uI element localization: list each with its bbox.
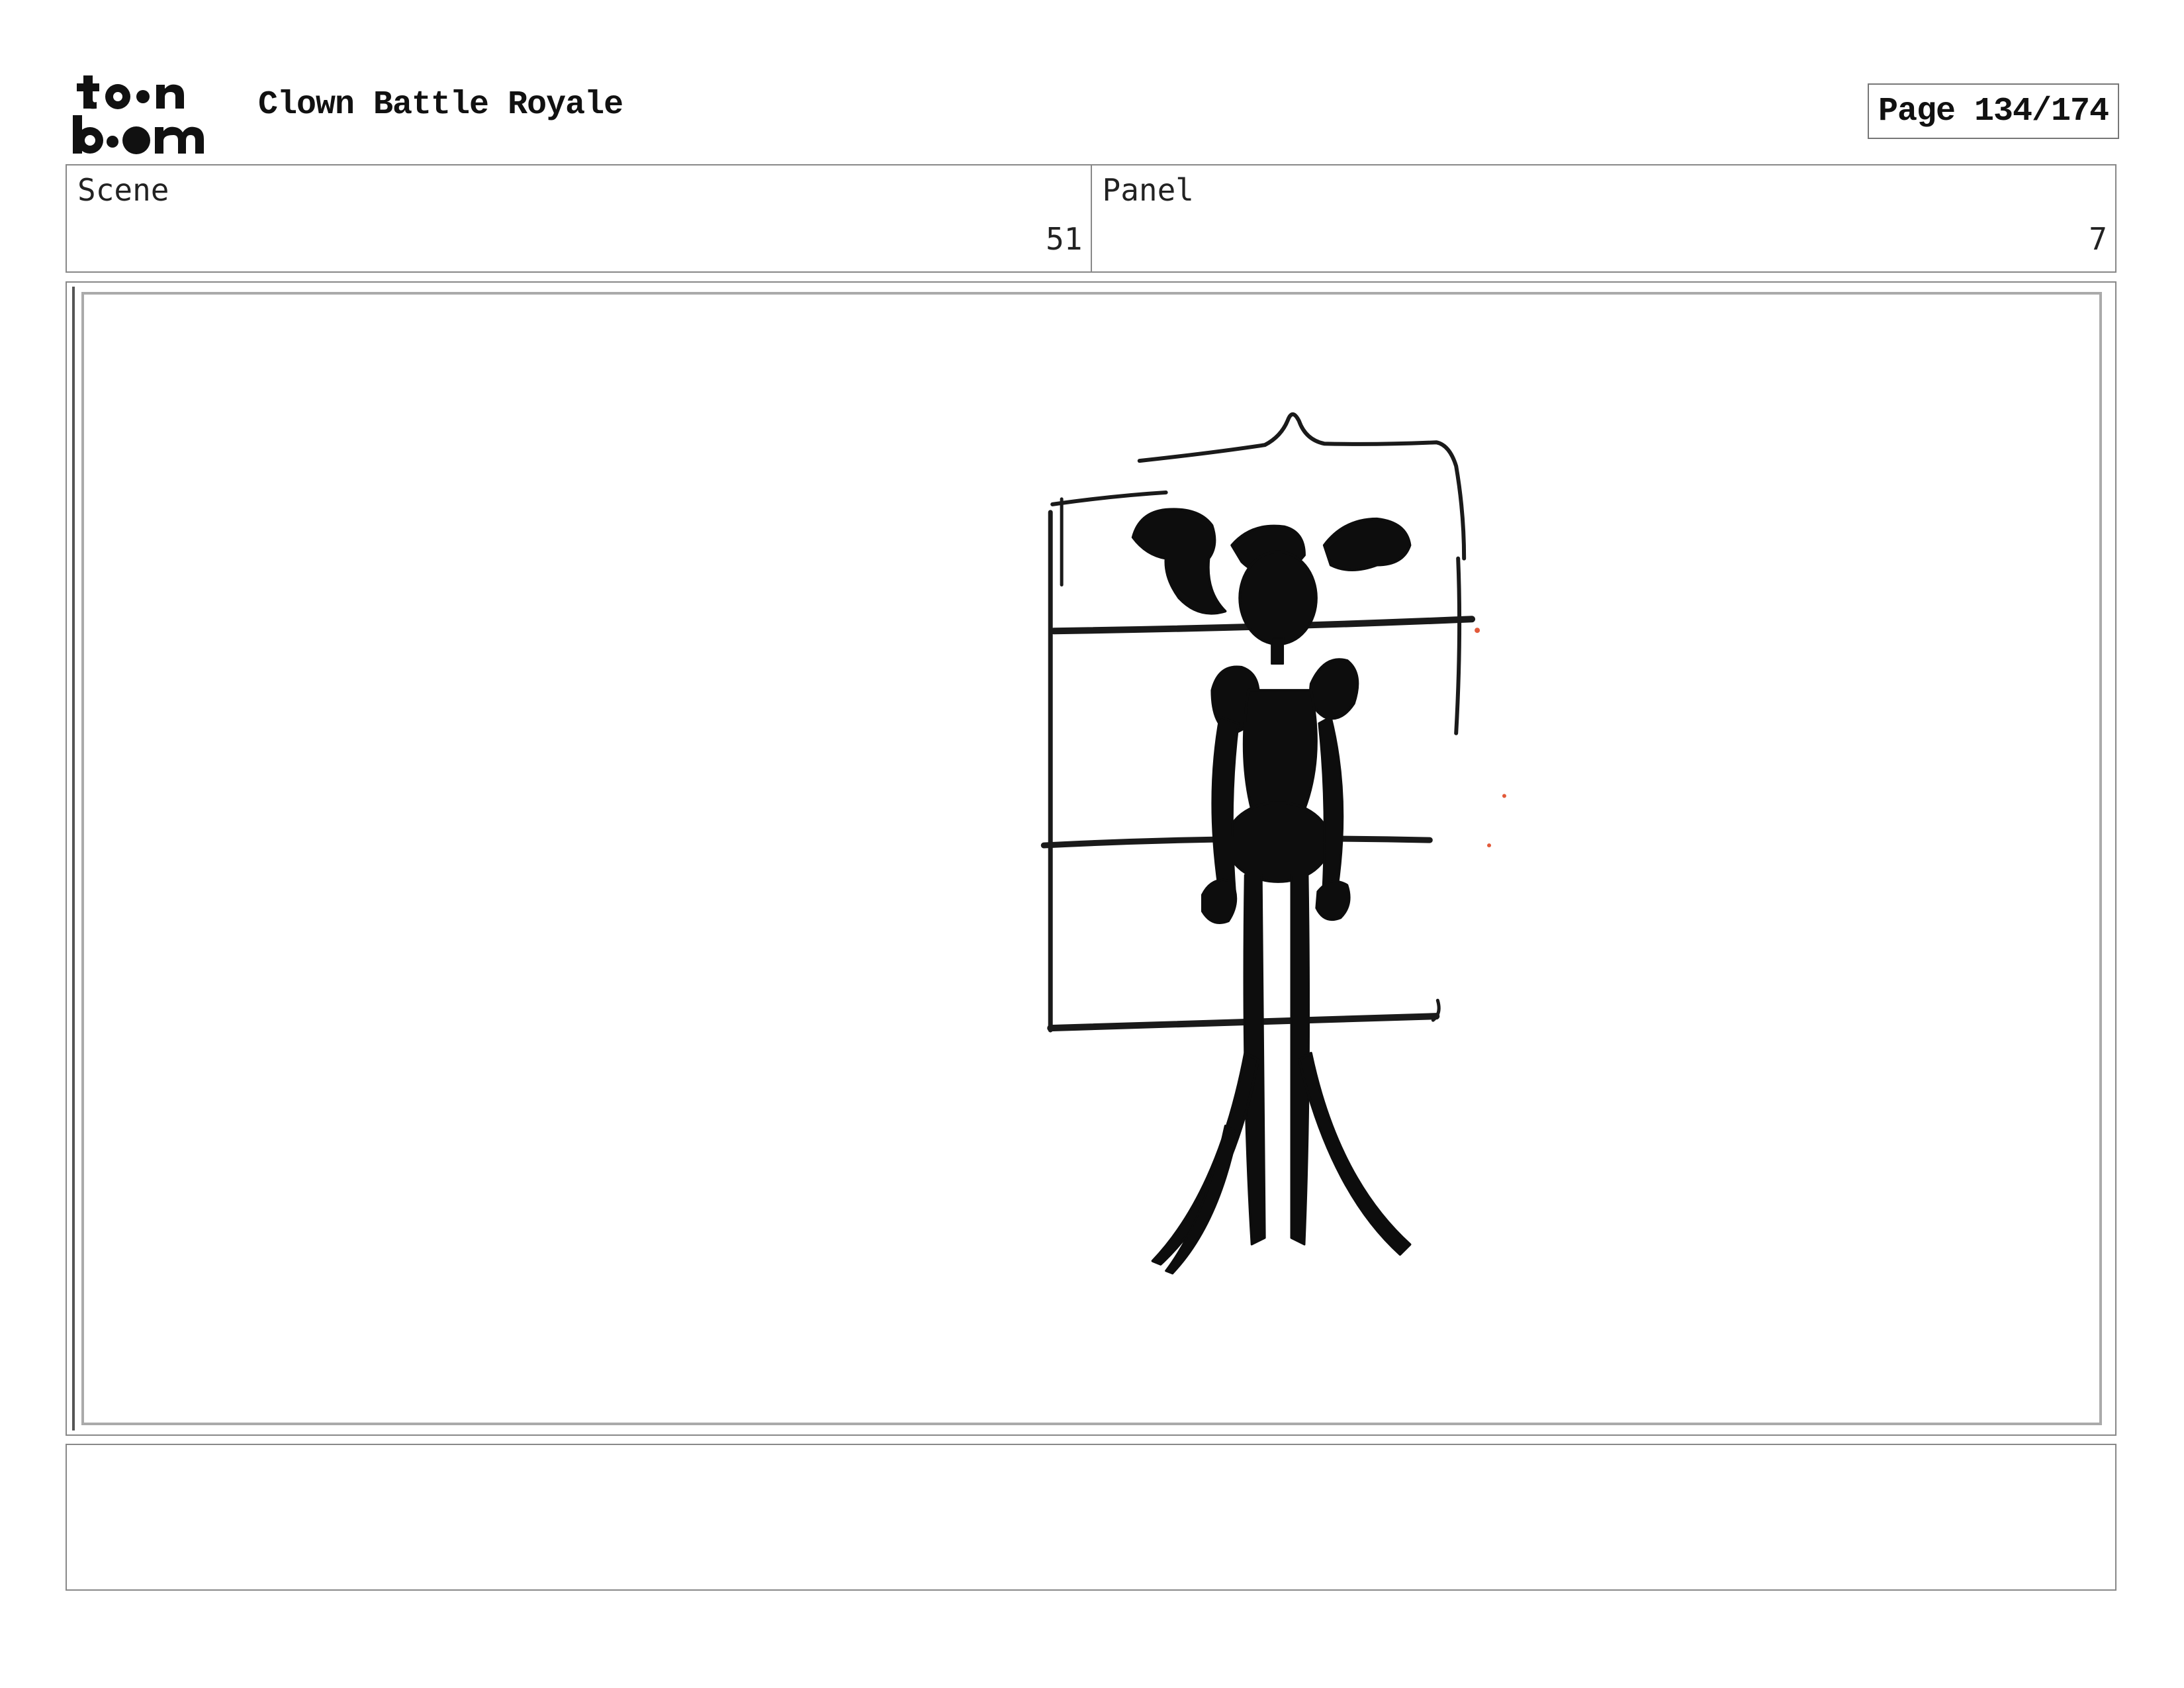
panel-frame-edge: [72, 287, 75, 1430]
scene-label: Scene: [77, 172, 169, 208]
panel-notes-box: [66, 1444, 2116, 1591]
panel-label: Panel: [1102, 172, 1194, 208]
storyboard-panel-image: [81, 292, 2102, 1425]
panel-value: 7: [2089, 221, 2107, 257]
storyboard-panel-frame: [66, 281, 2116, 1436]
page-indicator: Page 134/174: [1867, 83, 2119, 139]
scene-value: 51: [1046, 221, 1083, 257]
clown-silhouette-sketch: [1040, 412, 1506, 1275]
page-indicator-text: Page 134/174: [1878, 92, 2109, 130]
toon-boom-logo: [73, 75, 204, 154]
panel-cell: Panel 7: [1090, 165, 2116, 271]
scene-panel-info: Scene 51 Panel 7: [66, 164, 2116, 273]
scene-cell: Scene 51: [67, 165, 1091, 271]
project-title: Clown Battle Royale: [258, 86, 623, 124]
